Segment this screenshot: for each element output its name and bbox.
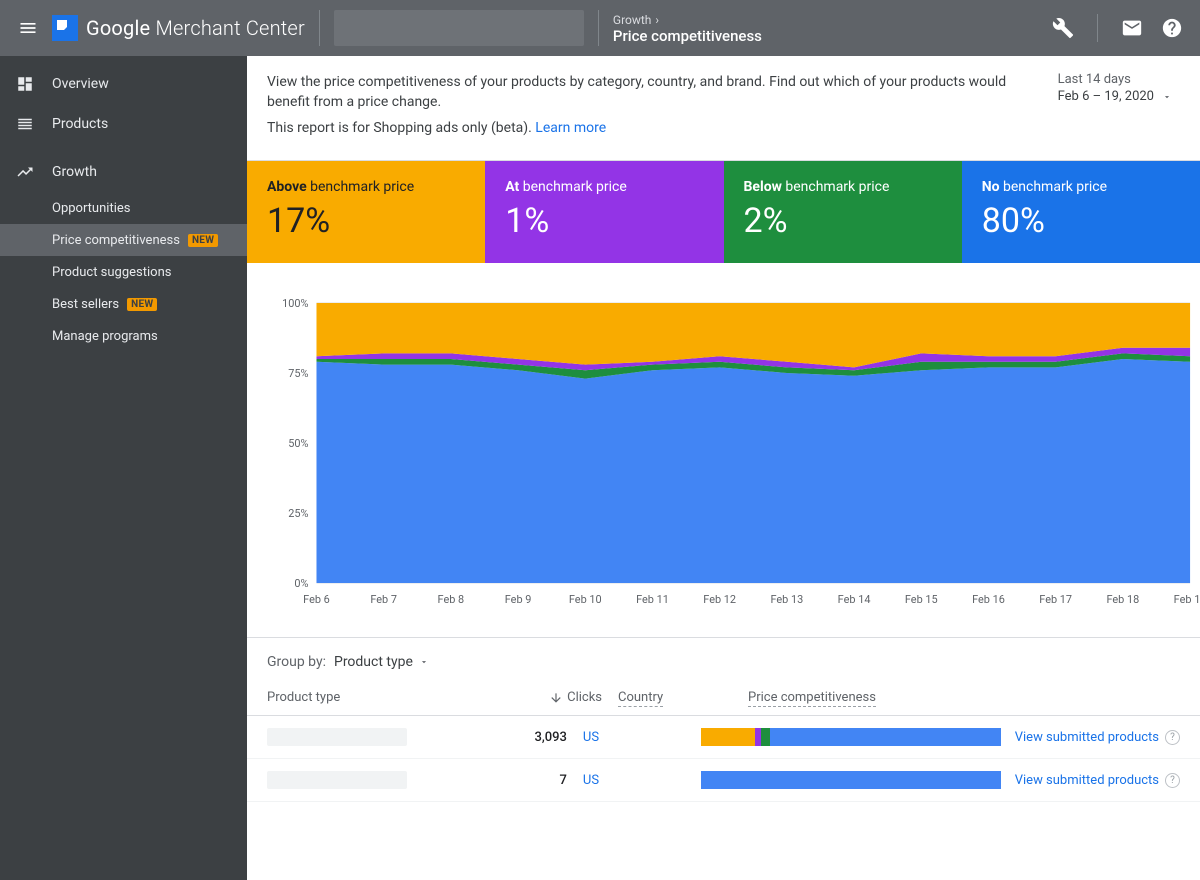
tile-at-benchmark[interactable]: At benchmark price 1%	[485, 161, 723, 263]
view-products-link[interactable]: View submitted products	[1015, 773, 1159, 788]
col-header-product-type[interactable]: Product type	[267, 690, 532, 705]
sidebar-item-overview[interactable]: Overview	[0, 64, 247, 104]
app-logo[interactable]: Google Merchant Center	[52, 15, 305, 41]
divider	[319, 10, 320, 46]
svg-text:Feb 19: Feb 19	[1174, 593, 1200, 606]
new-badge: NEW	[188, 234, 218, 247]
help-icon[interactable]: ?	[1165, 773, 1180, 788]
stacked-area-chart: 0% 25% 50% 75% 100% Feb 6 Feb 7 Feb 8 Feb 9 Feb 1…	[247, 263, 1200, 637]
svg-text:Feb 17: Feb 17	[1039, 593, 1072, 606]
date-range-label: Last 14 days	[1058, 72, 1172, 87]
clicks-value: 3,093	[504, 730, 567, 745]
sidebar-item-opportunities[interactable]: Opportunities	[0, 192, 247, 224]
table-row: 3,093 US View submitted products?	[247, 716, 1200, 759]
svg-text:25%: 25%	[288, 507, 308, 520]
group-by-selector[interactable]: Product type	[334, 654, 429, 670]
clicks-value: 7	[504, 773, 567, 788]
product-type-placeholder	[267, 728, 407, 746]
svg-text:Feb 13: Feb 13	[770, 593, 803, 606]
intro-section: View the price competitiveness of your p…	[247, 56, 1200, 161]
group-by-bar: Group by: Product type	[247, 637, 1200, 680]
arrow-down-icon	[549, 691, 563, 705]
col-header-country[interactable]: Country	[602, 690, 732, 705]
sidebar-item-growth[interactable]: Growth	[0, 152, 247, 192]
tile-below-benchmark[interactable]: Below benchmark price 2%	[724, 161, 962, 263]
svg-text:Feb 15: Feb 15	[905, 593, 938, 606]
country-link[interactable]: US	[583, 730, 599, 745]
sidebar: Overview Products Growth Opportunities P…	[0, 56, 247, 880]
breadcrumb[interactable]: Growth› Price competitiveness	[613, 12, 762, 44]
table-row: 7 US View submitted products?	[247, 759, 1200, 802]
chevron-down-icon	[1162, 92, 1172, 102]
help-icon[interactable]	[1152, 8, 1192, 48]
svg-text:Feb 12: Feb 12	[703, 593, 736, 606]
tile-no-value: 80%	[982, 201, 1180, 241]
divider	[598, 10, 599, 46]
svg-text:Feb 6: Feb 6	[303, 593, 330, 606]
svg-text:50%: 50%	[288, 437, 308, 450]
results-table: Product type Clicks Country Price compet…	[247, 680, 1200, 802]
app-title: Google Merchant Center	[86, 16, 305, 40]
intro-line1: View the price competitiveness of your p…	[267, 72, 1042, 112]
hamburger-menu-button[interactable]	[8, 8, 48, 48]
summary-tiles: Above benchmark price 17% At benchmark p…	[247, 161, 1200, 263]
svg-text:75%: 75%	[288, 367, 308, 380]
sidebar-item-product-suggestions[interactable]: Product suggestions	[0, 256, 247, 288]
svg-text:Feb 11: Feb 11	[636, 593, 669, 606]
merchant-center-icon	[52, 15, 78, 41]
competitiveness-bar	[701, 771, 1001, 789]
chevron-right-icon: ›	[655, 12, 659, 28]
sidebar-item-manage-programs[interactable]: Manage programs	[0, 320, 247, 352]
chevron-down-icon	[419, 657, 429, 667]
svg-text:Feb 16: Feb 16	[972, 593, 1005, 606]
svg-text:Feb 9: Feb 9	[505, 593, 532, 606]
main-content: View the price competitiveness of your p…	[247, 56, 1200, 880]
svg-text:Feb 18: Feb 18	[1106, 593, 1139, 606]
date-range-value: Feb 6 – 19, 2020	[1058, 89, 1154, 104]
svg-text:Feb 14: Feb 14	[838, 593, 871, 606]
tile-above-benchmark[interactable]: Above benchmark price 17%	[247, 161, 485, 263]
country-link[interactable]: US	[583, 773, 599, 788]
tile-above-value: 17%	[267, 201, 465, 241]
svg-text:Feb 10: Feb 10	[569, 593, 602, 606]
svg-text:0%: 0%	[294, 577, 308, 590]
tile-at-value: 1%	[505, 201, 703, 241]
intro-line2: This report is for Shopping ads only (be…	[267, 120, 535, 136]
breadcrumb-parent: Growth	[613, 12, 652, 28]
breadcrumb-current: Price competitiveness	[613, 28, 762, 44]
sidebar-item-best-sellers[interactable]: Best sellers NEW	[0, 288, 247, 320]
competitiveness-bar	[701, 728, 1001, 746]
help-icon[interactable]: ?	[1165, 730, 1180, 745]
product-type-placeholder	[267, 771, 407, 789]
sidebar-item-price-competitiveness[interactable]: Price competitiveness NEW	[0, 224, 247, 256]
view-products-link[interactable]: View submitted products	[1015, 730, 1159, 745]
svg-text:Feb 7: Feb 7	[370, 593, 397, 606]
date-range-picker[interactable]: Last 14 days Feb 6 – 19, 2020	[1058, 72, 1180, 104]
svg-text:100%: 100%	[282, 297, 308, 310]
sidebar-item-products[interactable]: Products	[0, 104, 247, 144]
tile-no-benchmark[interactable]: No benchmark price 80%	[962, 161, 1200, 263]
group-by-label: Group by:	[267, 654, 326, 670]
col-header-clicks[interactable]: Clicks	[532, 690, 602, 705]
account-selector[interactable]	[334, 10, 584, 46]
mail-icon[interactable]	[1112, 8, 1152, 48]
new-badge: NEW	[127, 298, 157, 311]
divider	[1097, 14, 1098, 42]
top-bar: Google Merchant Center Growth› Price com…	[0, 0, 1200, 56]
svg-text:Feb 8: Feb 8	[438, 593, 465, 606]
tools-icon[interactable]	[1043, 8, 1083, 48]
tile-below-value: 2%	[744, 201, 942, 241]
learn-more-link[interactable]: Learn more	[535, 120, 606, 136]
col-header-competitiveness[interactable]: Price competitiveness	[732, 690, 980, 705]
table-header: Product type Clicks Country Price compet…	[247, 680, 1200, 716]
